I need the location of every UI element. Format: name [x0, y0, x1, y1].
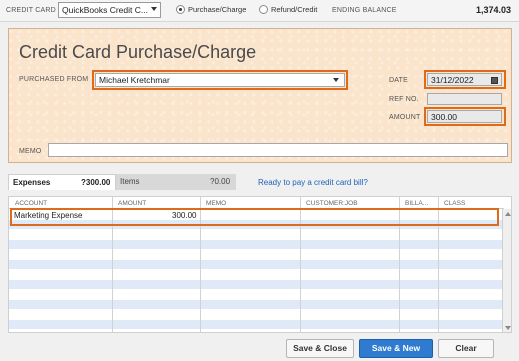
page-title: Credit Card Purchase/Charge: [19, 42, 257, 62]
credit-card-select[interactable]: QuickBooks Credit C...: [58, 2, 161, 18]
tab-items[interactable]: Items ?0.00: [116, 174, 236, 190]
clear-button[interactable]: Clear: [438, 339, 494, 358]
table-row[interactable]: [9, 260, 504, 269]
table-row[interactable]: [9, 250, 504, 259]
credit-card-value: QuickBooks Credit C...: [62, 5, 148, 15]
save-new-button[interactable]: Save & New: [359, 339, 433, 358]
detail-tabs: Expenses ?300.00 Items ?0.00: [8, 174, 238, 190]
ref-no-label: REF NO.: [389, 96, 419, 103]
refund-radio[interactable]: [259, 5, 268, 14]
purchased-from-highlight: [92, 70, 348, 90]
table-row[interactable]: [9, 230, 504, 239]
date-label: DATE: [389, 77, 408, 84]
chevron-down-icon: [151, 7, 157, 11]
pay-credit-card-link[interactable]: Ready to pay a credit card bill?: [258, 178, 368, 187]
column-header-amount[interactable]: AMOUNT: [118, 200, 146, 207]
tab-expenses[interactable]: Expenses ?300.00: [8, 174, 116, 190]
credit-card-label: CREDIT CARD: [6, 7, 56, 14]
ending-balance-label: ENDING BALANCE: [332, 7, 397, 14]
purchase-radio-label[interactable]: Purchase/Charge: [188, 5, 246, 14]
purchased-from-label: PURCHASED FROM: [19, 76, 89, 83]
tab-expenses-label: Expenses: [13, 178, 51, 187]
table-row[interactable]: [9, 300, 504, 309]
scroll-up-icon[interactable]: [505, 212, 511, 216]
memo-label: MEMO: [19, 148, 42, 155]
amount-highlight: [424, 107, 506, 126]
table-row[interactable]: [9, 270, 504, 279]
tab-items-label: Items: [120, 177, 140, 186]
ref-no-field[interactable]: [427, 93, 502, 105]
column-header-memo[interactable]: MEMO: [206, 200, 226, 207]
table-row[interactable]: [9, 290, 504, 299]
table-row[interactable]: [9, 320, 504, 329]
ending-balance-value: 1,374.03: [475, 5, 511, 15]
table-row[interactable]: [9, 240, 504, 249]
top-bar: CREDIT CARD QuickBooks Credit C... Purch…: [0, 0, 519, 22]
tab-items-amount: ?0.00: [210, 177, 231, 186]
purchase-radio[interactable]: [176, 5, 185, 14]
tab-expenses-amount: ?300.00: [81, 178, 111, 187]
date-highlight: [424, 70, 506, 89]
column-header-customer-job[interactable]: CUSTOMER:JOB: [306, 200, 358, 207]
column-header-class[interactable]: CLASS: [444, 200, 465, 207]
scroll-down-icon[interactable]: [505, 326, 511, 330]
table-row[interactable]: [9, 280, 504, 289]
table-row[interactable]: [9, 310, 504, 319]
grid-scrollbar[interactable]: [502, 209, 511, 332]
refund-radio-label[interactable]: Refund/Credit: [271, 5, 317, 14]
amount-label: AMOUNT: [389, 114, 421, 121]
memo-field[interactable]: [48, 143, 508, 157]
column-header-account[interactable]: ACCOUNT: [15, 200, 47, 207]
row-highlight: [10, 208, 499, 226]
save-close-button[interactable]: Save & Close: [286, 339, 354, 358]
column-header-billable[interactable]: BILLA...: [405, 200, 428, 207]
